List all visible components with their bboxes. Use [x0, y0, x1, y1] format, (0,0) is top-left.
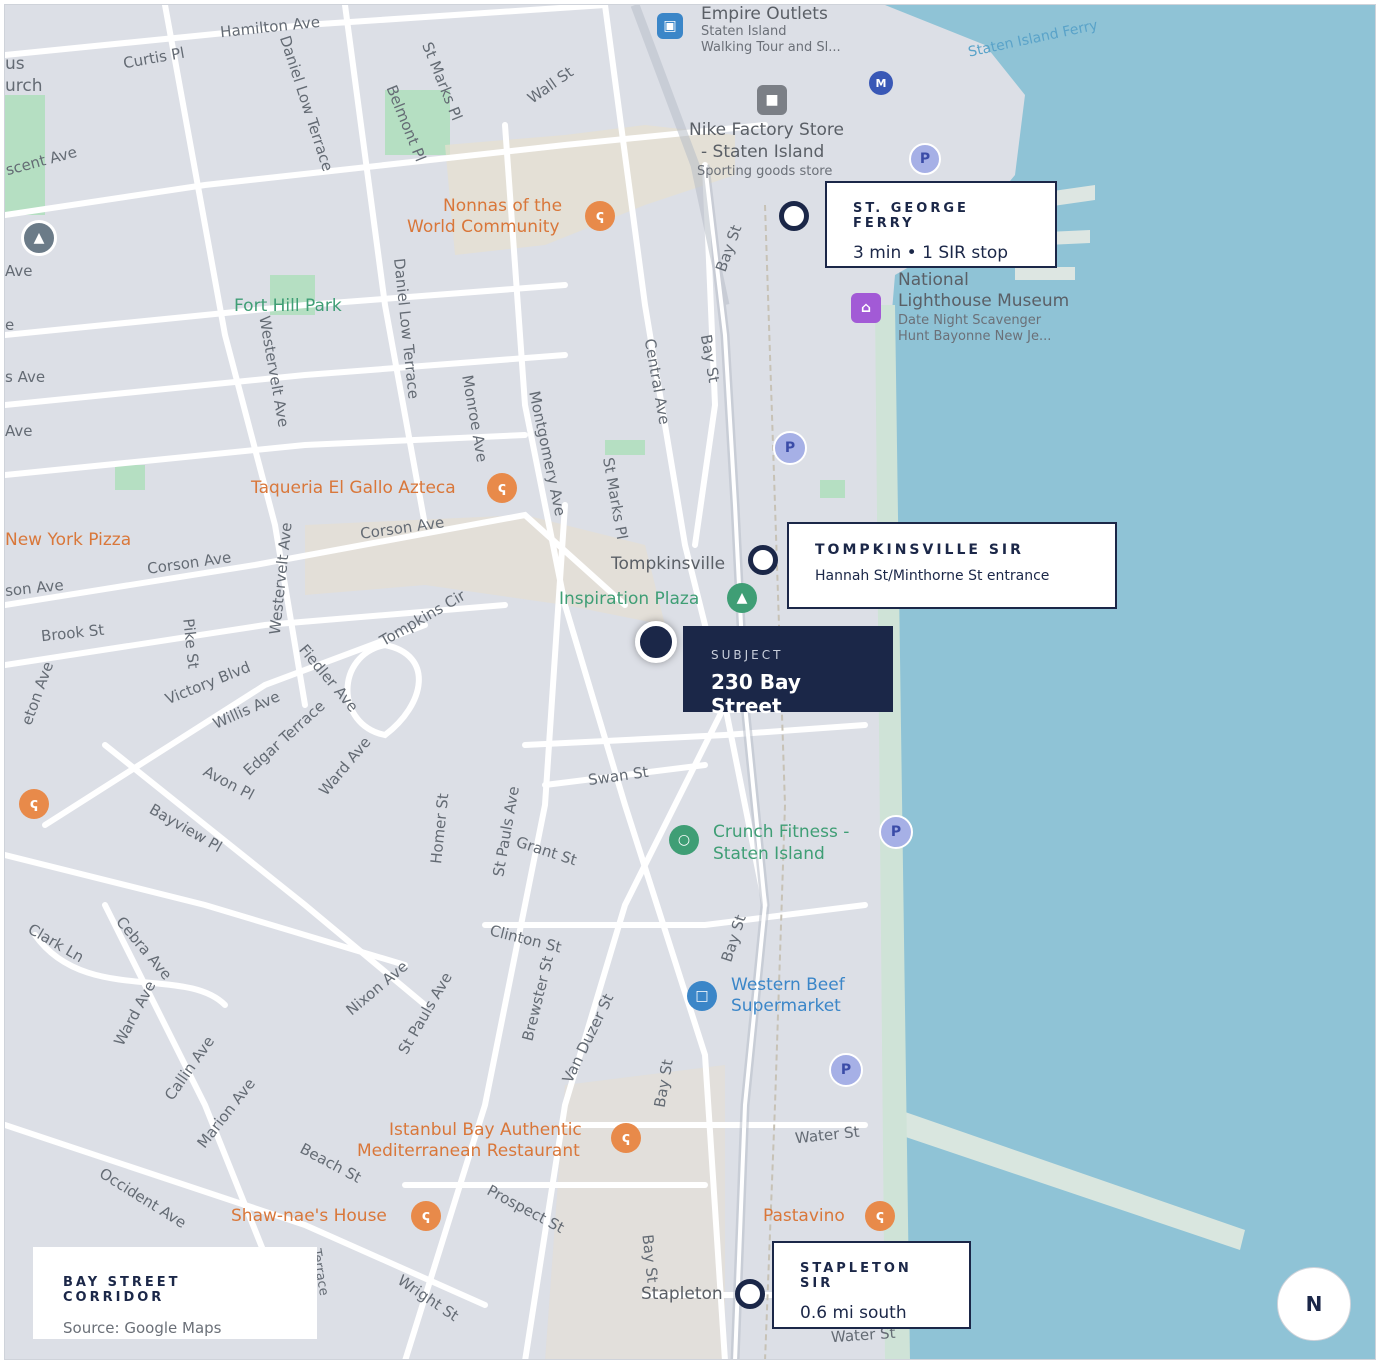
map-legend: BAY STREET CORRIDOR Source: Google Maps [33, 1247, 317, 1339]
legend-title: BAY STREET CORRIDOR [63, 1275, 181, 1305]
poi-sublabel: Hunt Bayonne New Je... [898, 329, 1052, 344]
poi-label[interactable]: Istanbul Bay Authentic [389, 1120, 582, 1141]
grocery-icon[interactable]: □ [687, 981, 717, 1011]
poi-label[interactable]: Western Beef [731, 975, 845, 996]
poi-label[interactable]: World Community [407, 217, 560, 238]
street-label: Ave [5, 422, 33, 440]
shopping-icon[interactable]: ▣ [657, 13, 683, 39]
parking-icon[interactable]: P [829, 1053, 863, 1087]
poi-label[interactable]: Crunch Fitness - [713, 822, 849, 843]
callout-subtitle: 0.6 mi south [800, 1303, 907, 1323]
poi-label[interactable]: Inspiration Plaza [559, 589, 699, 610]
restaurant-icon[interactable]: ҁ [611, 1123, 641, 1153]
street-label: us [5, 54, 25, 74]
street-label: e [5, 316, 15, 334]
street-label: Bay St [638, 1233, 662, 1284]
gym-icon[interactable]: ○ [669, 825, 699, 855]
subject-callout: SUBJECT 230 Bay Street [683, 626, 893, 718]
tompkinsville-callout: TOMPKINSVILLE SIR Hannah St/Minthorne St… [787, 522, 1117, 609]
school-icon[interactable]: ▲ [21, 220, 57, 256]
stapleton-marker[interactable] [735, 1279, 765, 1309]
neighborhood-label: Stapleton [641, 1284, 723, 1304]
neighborhood-label: Tompkinsville [611, 554, 726, 574]
parking-icon[interactable]: P [773, 431, 807, 465]
poi-sublabel: Walking Tour and Sl... [701, 40, 841, 55]
subject-marker[interactable] [635, 621, 677, 663]
legend-source: Source: Google Maps [63, 1319, 222, 1337]
poi-label[interactable]: Taqueria El Gallo Azteca [251, 478, 456, 499]
store-icon[interactable]: ■ [757, 85, 787, 115]
pier [1015, 267, 1075, 280]
transit-icon[interactable]: M [869, 71, 893, 95]
museum-icon[interactable]: ⌂ [851, 293, 881, 323]
restaurant-icon[interactable]: ҁ [585, 201, 615, 231]
tompkinsville-marker[interactable] [748, 545, 778, 575]
street-label: Ave [5, 262, 33, 280]
poi-sublabel: Staten Island [701, 24, 787, 39]
poi-label[interactable]: Pastavino [763, 1206, 845, 1227]
callout-title: TOMPKINSVILLE SIR [815, 542, 1024, 558]
poi-label[interactable]: Staten Island [713, 844, 825, 865]
poi-label[interactable]: Fort Hill Park [234, 296, 342, 317]
callout-title: SUBJECT [711, 648, 784, 662]
callout-title: ST. GEORGE FERRY [853, 201, 969, 231]
poi-label[interactable]: Supermarket [731, 996, 841, 1017]
poi-label[interactable]: Nike Factory Store [689, 120, 844, 141]
parking-icon[interactable]: P [909, 143, 941, 175]
poi-label[interactable]: Lighthouse Museum [898, 291, 1069, 312]
street-label: urch [5, 76, 43, 96]
stapleton-callout: STAPLETON SIR 0.6 mi south [772, 1241, 971, 1329]
poi-label[interactable]: Empire Outlets [701, 5, 828, 25]
ferry-callout: ST. GEORGE FERRY 3 min • 1 SIR stop [825, 181, 1057, 268]
callout-subtitle: 230 Bay Street [711, 670, 801, 718]
park [820, 480, 845, 498]
restaurant-icon[interactable]: ҁ [487, 473, 517, 503]
ferry-marker[interactable] [779, 201, 809, 231]
poi-label[interactable]: New York Pizza [5, 530, 131, 551]
poi-sublabel: Sporting goods store [697, 164, 833, 179]
poi-label[interactable]: Mediterranean Restaurant [357, 1141, 580, 1162]
map-canvas[interactable]: Hamilton Ave Curtis Pl Daniel Low Terrac… [4, 4, 1376, 1360]
parking-icon[interactable]: P [879, 815, 913, 849]
restaurant-icon[interactable]: ҁ [411, 1201, 441, 1231]
poi-label[interactable]: Nonnas of the [443, 196, 562, 217]
compass-north: N [1277, 1267, 1351, 1341]
rail-line [764, 204, 787, 1359]
park [605, 440, 645, 455]
street-label: s Ave [5, 368, 46, 386]
commercial-area [545, 1065, 725, 1359]
restaurant-icon[interactable]: ҁ [865, 1201, 895, 1231]
park [115, 465, 145, 490]
park-icon[interactable]: ▲ [727, 583, 757, 613]
poi-label[interactable]: Shaw-nae's House [231, 1206, 387, 1227]
callout-subtitle: 3 min • 1 SIR stop [853, 243, 1009, 263]
restaurant-icon[interactable]: ҁ [19, 789, 49, 819]
poi-label[interactable]: National [898, 270, 969, 291]
poi-label[interactable]: - Staten Island [701, 142, 824, 163]
callout-subtitle: Hannah St/Minthorne St entrance [815, 568, 1050, 584]
poi-sublabel: Date Night Scavenger [898, 313, 1042, 328]
callout-title: STAPLETON SIR [800, 1261, 912, 1291]
